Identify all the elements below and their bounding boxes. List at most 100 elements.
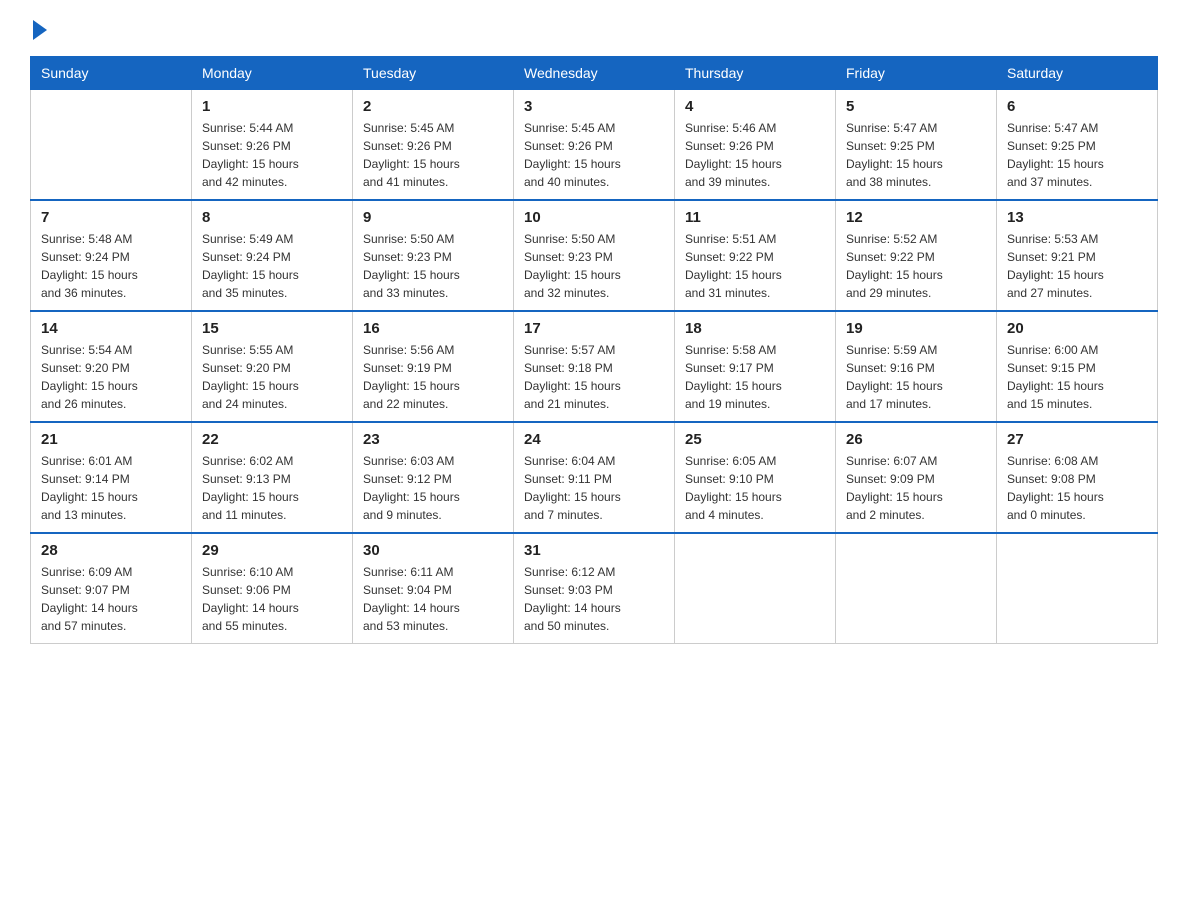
calendar-cell: 13Sunrise: 5:53 AM Sunset: 9:21 PM Dayli…: [997, 200, 1158, 311]
day-number: 21: [41, 431, 181, 448]
calendar-cell: 2 Sunrise: 5:45 AM Sunset: 9:26 PM Daylig…: [353, 90, 514, 201]
day-info: Sunrise: 6:07 AM Sunset: 9:09 PM Dayligh…: [846, 452, 986, 524]
day-number: 19: [846, 320, 986, 337]
calendar-cell: 11 Sunrise: 5:51 AM Sunset: 9:22 PM Dayli…: [675, 200, 836, 311]
calendar-cell: 26 Sunrise: 6:07 AM Sunset: 9:09 PM Dayli…: [836, 422, 997, 533]
day-info: Sunrise: 5:50 AM Sunset: 9:23 PM Dayligh…: [524, 230, 664, 302]
calendar-cell: 10 Sunrise: 5:50 AM Sunset: 9:23 PM Dayli…: [514, 200, 675, 311]
day-info: Sunrise: 5:51 AM Sunset: 9:22 PM Dayligh…: [685, 230, 825, 302]
day-info: Sunrise: 5:55 AM Sunset: 9:20 PM Dayligh…: [202, 341, 342, 413]
calendar-cell: 20 Sunrise: 6:00 AM Sunset: 9:15 PM Dayli…: [997, 311, 1158, 422]
day-number: 28: [41, 542, 181, 559]
day-number: 11: [685, 209, 825, 226]
calendar-cell: 28 Sunrise: 6:09 AM Sunset: 9:07 PM Dayli…: [31, 533, 192, 644]
calendar-cell: 29 Sunrise: 6:10 AM Sunset: 9:06 PM Dayli…: [192, 533, 353, 644]
calendar-cell: 18Sunrise: 5:58 AM Sunset: 9:17 PM Dayli…: [675, 311, 836, 422]
day-info: Sunrise: 6:08 AM Sunset: 9:08 PM Dayligh…: [1007, 452, 1147, 524]
day-number: 30: [363, 542, 503, 559]
day-number: 5: [846, 98, 986, 115]
day-number: 12: [846, 209, 986, 226]
day-header-sunday: Sunday: [31, 57, 192, 90]
day-info: Sunrise: 5:45 AM Sunset: 9:26 PM Dayligh…: [524, 119, 664, 191]
day-number: 15: [202, 320, 342, 337]
calendar-cell: 24Sunrise: 6:04 AM Sunset: 9:11 PM Dayli…: [514, 422, 675, 533]
day-number: 17: [524, 320, 664, 337]
calendar-cell: 9Sunrise: 5:50 AM Sunset: 9:23 PM Daylig…: [353, 200, 514, 311]
calendar-cell: 30 Sunrise: 6:11 AM Sunset: 9:04 PM Dayli…: [353, 533, 514, 644]
day-header-tuesday: Tuesday: [353, 57, 514, 90]
calendar-week-row: 1 Sunrise: 5:44 AM Sunset: 9:26 PM Daylig…: [31, 90, 1158, 201]
day-number: 2: [363, 98, 503, 115]
calendar-cell: 19 Sunrise: 5:59 AM Sunset: 9:16 PM Dayli…: [836, 311, 997, 422]
calendar-cell: 23 Sunrise: 6:03 AM Sunset: 9:12 PM Dayli…: [353, 422, 514, 533]
day-info: Sunrise: 5:44 AM Sunset: 9:26 PM Dayligh…: [202, 119, 342, 191]
day-number: 9: [363, 209, 503, 226]
day-number: 4: [685, 98, 825, 115]
day-info: Sunrise: 6:10 AM Sunset: 9:06 PM Dayligh…: [202, 563, 342, 635]
day-number: 31: [524, 542, 664, 559]
day-info: Sunrise: 6:04 AM Sunset: 9:11 PM Dayligh…: [524, 452, 664, 524]
logo-triangle-icon: [33, 20, 47, 40]
day-number: 7: [41, 209, 181, 226]
day-header-wednesday: Wednesday: [514, 57, 675, 90]
day-info: Sunrise: 5:47 AM Sunset: 9:25 PM Dayligh…: [846, 119, 986, 191]
day-info: Sunrise: 6:05 AM Sunset: 9:10 PM Dayligh…: [685, 452, 825, 524]
calendar-cell: 17 Sunrise: 5:57 AM Sunset: 9:18 PM Dayli…: [514, 311, 675, 422]
calendar-week-row: 14 Sunrise: 5:54 AM Sunset: 9:20 PM Dayli…: [31, 311, 1158, 422]
calendar-cell: 4 Sunrise: 5:46 AM Sunset: 9:26 PM Daylig…: [675, 90, 836, 201]
page-header: [30, 20, 1158, 40]
calendar-cell: 21 Sunrise: 6:01 AM Sunset: 9:14 PM Dayli…: [31, 422, 192, 533]
calendar-table: SundayMondayTuesdayWednesdayThursdayFrid…: [30, 56, 1158, 644]
calendar-cell: 5 Sunrise: 5:47 AM Sunset: 9:25 PM Daylig…: [836, 90, 997, 201]
calendar-header-row: SundayMondayTuesdayWednesdayThursdayFrid…: [31, 57, 1158, 90]
calendar-cell: 15 Sunrise: 5:55 AM Sunset: 9:20 PM Dayli…: [192, 311, 353, 422]
day-number: 20: [1007, 320, 1147, 337]
calendar-cell: 1 Sunrise: 5:44 AM Sunset: 9:26 PM Daylig…: [192, 90, 353, 201]
day-number: 23: [363, 431, 503, 448]
day-info: Sunrise: 5:54 AM Sunset: 9:20 PM Dayligh…: [41, 341, 181, 413]
calendar-cell: 6Sunrise: 5:47 AM Sunset: 9:25 PM Daylig…: [997, 90, 1158, 201]
day-number: 3: [524, 98, 664, 115]
day-number: 18: [685, 320, 825, 337]
logo: [30, 20, 47, 40]
day-info: Sunrise: 5:48 AM Sunset: 9:24 PM Dayligh…: [41, 230, 181, 302]
calendar-cell: 12 Sunrise: 5:52 AM Sunset: 9:22 PM Dayli…: [836, 200, 997, 311]
day-header-monday: Monday: [192, 57, 353, 90]
day-info: Sunrise: 5:59 AM Sunset: 9:16 PM Dayligh…: [846, 341, 986, 413]
calendar-cell: 7 Sunrise: 5:48 AM Sunset: 9:24 PM Daylig…: [31, 200, 192, 311]
day-info: Sunrise: 6:12 AM Sunset: 9:03 PM Dayligh…: [524, 563, 664, 635]
day-info: Sunrise: 5:45 AM Sunset: 9:26 PM Dayligh…: [363, 119, 503, 191]
day-number: 14: [41, 320, 181, 337]
day-header-thursday: Thursday: [675, 57, 836, 90]
calendar-cell: [675, 533, 836, 644]
day-info: Sunrise: 5:52 AM Sunset: 9:22 PM Dayligh…: [846, 230, 986, 302]
calendar-week-row: 7 Sunrise: 5:48 AM Sunset: 9:24 PM Daylig…: [31, 200, 1158, 311]
day-info: Sunrise: 5:46 AM Sunset: 9:26 PM Dayligh…: [685, 119, 825, 191]
day-number: 16: [363, 320, 503, 337]
day-info: Sunrise: 5:47 AM Sunset: 9:25 PM Dayligh…: [1007, 119, 1147, 191]
day-number: 8: [202, 209, 342, 226]
day-info: Sunrise: 5:57 AM Sunset: 9:18 PM Dayligh…: [524, 341, 664, 413]
day-info: Sunrise: 5:56 AM Sunset: 9:19 PM Dayligh…: [363, 341, 503, 413]
day-number: 10: [524, 209, 664, 226]
day-number: 26: [846, 431, 986, 448]
day-number: 1: [202, 98, 342, 115]
day-info: Sunrise: 6:11 AM Sunset: 9:04 PM Dayligh…: [363, 563, 503, 635]
day-info: Sunrise: 5:53 AM Sunset: 9:21 PM Dayligh…: [1007, 230, 1147, 302]
day-info: Sunrise: 6:02 AM Sunset: 9:13 PM Dayligh…: [202, 452, 342, 524]
day-info: Sunrise: 6:09 AM Sunset: 9:07 PM Dayligh…: [41, 563, 181, 635]
calendar-cell: 3 Sunrise: 5:45 AM Sunset: 9:26 PM Daylig…: [514, 90, 675, 201]
day-info: Sunrise: 6:00 AM Sunset: 9:15 PM Dayligh…: [1007, 341, 1147, 413]
day-number: 29: [202, 542, 342, 559]
calendar-week-row: 28 Sunrise: 6:09 AM Sunset: 9:07 PM Dayli…: [31, 533, 1158, 644]
day-number: 22: [202, 431, 342, 448]
day-info: Sunrise: 5:49 AM Sunset: 9:24 PM Dayligh…: [202, 230, 342, 302]
calendar-cell: 14 Sunrise: 5:54 AM Sunset: 9:20 PM Dayli…: [31, 311, 192, 422]
calendar-cell: [836, 533, 997, 644]
day-info: Sunrise: 6:03 AM Sunset: 9:12 PM Dayligh…: [363, 452, 503, 524]
day-info: Sunrise: 6:01 AM Sunset: 9:14 PM Dayligh…: [41, 452, 181, 524]
day-number: 25: [685, 431, 825, 448]
day-header-saturday: Saturday: [997, 57, 1158, 90]
calendar-cell: 27Sunrise: 6:08 AM Sunset: 9:08 PM Dayli…: [997, 422, 1158, 533]
calendar-cell: 22 Sunrise: 6:02 AM Sunset: 9:13 PM Dayli…: [192, 422, 353, 533]
